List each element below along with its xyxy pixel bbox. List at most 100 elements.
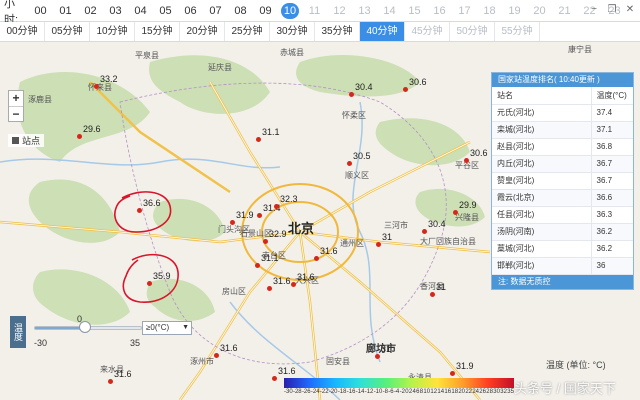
station-temp-label: 30.4 — [428, 219, 446, 229]
zoom-out-button[interactable]: − — [9, 106, 23, 121]
hour-item-19[interactable]: 19 — [502, 5, 527, 17]
station-marker[interactable] — [291, 282, 296, 287]
station-marker[interactable] — [137, 208, 142, 213]
place-label: 三河市 — [384, 221, 408, 230]
station-marker[interactable] — [314, 256, 319, 261]
rank-row[interactable]: 汤阴(河南) 36.2 — [492, 223, 633, 241]
station-temp-label: 31 — [436, 282, 447, 292]
station-marker[interactable] — [376, 242, 381, 247]
station-temp-label: 36.6 — [143, 198, 161, 208]
station-marker[interactable] — [349, 92, 354, 97]
rank-row[interactable]: 赵县(河北) 36.8 — [492, 138, 633, 156]
restore-icon[interactable]: ❐ — [606, 4, 618, 16]
hour-item-09[interactable]: 09 — [253, 5, 278, 17]
hour-item-20[interactable]: 20 — [527, 5, 552, 17]
station-marker[interactable] — [256, 137, 261, 142]
rank-row[interactable]: 元氏(河北) 37.4 — [492, 104, 633, 122]
station-marker[interactable] — [94, 84, 99, 89]
station-marker[interactable] — [272, 376, 277, 381]
rank-row[interactable]: 邯郸(河北) 36 — [492, 257, 633, 275]
place-label: 延庆县 — [208, 63, 232, 72]
watermark: 头条号 / 国家天下 — [514, 381, 616, 396]
station-temp-label: 31.6 — [273, 276, 291, 286]
legend-ticks: -30 -28 -26 -24 -22 -20 -18 -16 -14 -12 -10 -8 -6 -4-… — [284, 389, 514, 395]
minute-item-4[interactable]: 20分钟 — [180, 22, 225, 41]
rank-row[interactable]: 霞云(北京) 36.6 — [492, 189, 633, 207]
hour-item-01[interactable]: 01 — [53, 5, 78, 17]
minute-item-11[interactable]: 55分钟 — [495, 22, 540, 41]
minute-item-6[interactable]: 30分钟 — [270, 22, 315, 41]
minute-item-2[interactable]: 10分钟 — [90, 22, 135, 41]
hour-item-00[interactable]: 00 — [28, 5, 53, 17]
station-marker[interactable] — [255, 263, 260, 268]
rank-row[interactable]: 栾城(河北) 37.1 — [492, 121, 633, 139]
minute-item-0[interactable]: 00分钟 — [0, 22, 45, 41]
station-temp-label: 30.6 — [409, 77, 427, 87]
station-marker[interactable] — [263, 239, 268, 244]
minute-item-10[interactable]: 50分钟 — [450, 22, 495, 41]
station-marker[interactable] — [403, 87, 408, 92]
station-marker[interactable] — [453, 210, 458, 215]
station-marker[interactable] — [267, 286, 272, 291]
hour-item-08[interactable]: 08 — [228, 5, 253, 17]
minute-item-8[interactable]: 40分钟 — [360, 22, 405, 41]
hour-item-03[interactable]: 03 — [103, 5, 128, 17]
station-marker[interactable] — [214, 353, 219, 358]
station-marker[interactable] — [464, 158, 469, 163]
minute-item-7[interactable]: 35分钟 — [315, 22, 360, 41]
zoom-in-button[interactable]: + — [9, 91, 23, 106]
station-marker[interactable] — [108, 379, 113, 384]
legend-tick: -20 — [328, 389, 338, 395]
temperature-tab[interactable]: 温度 — [10, 316, 26, 348]
station-marker[interactable] — [230, 220, 235, 225]
hour-item-21[interactable]: 21 — [552, 5, 577, 17]
legend-tick: 35 — [507, 389, 514, 395]
minimize-icon[interactable]: − — [588, 4, 600, 16]
station-layer-toggle[interactable]: 站点 — [8, 134, 45, 147]
station-temp-label: 31.9 — [456, 361, 474, 371]
hour-item-10[interactable]: 10 — [281, 2, 299, 19]
hour-item-07[interactable]: 07 — [203, 5, 228, 17]
station-temp-label: 30.5 — [353, 151, 371, 161]
station-marker[interactable] — [147, 281, 152, 286]
place-label: 涿州市 — [190, 357, 214, 366]
minute-item-3[interactable]: 15分钟 — [135, 22, 180, 41]
hour-item-13[interactable]: 13 — [352, 5, 377, 17]
hour-item-04[interactable]: 04 — [128, 5, 153, 17]
rank-station-temp: 36.6 — [590, 189, 633, 207]
hour-item-17[interactable]: 17 — [452, 5, 477, 17]
filter-select-value: ≥0(°C) — [146, 323, 170, 332]
station-marker[interactable] — [422, 229, 427, 234]
hour-item-16[interactable]: 16 — [427, 5, 452, 17]
station-marker[interactable] — [347, 161, 352, 166]
place-label: 石景山区 — [240, 229, 272, 238]
station-marker[interactable] — [274, 204, 279, 209]
hour-item-15[interactable]: 15 — [402, 5, 427, 17]
city-name-label: 北京 — [288, 221, 315, 236]
hour-item-05[interactable]: 05 — [153, 5, 178, 17]
hour-bar: 小时: 00 01 02 03 04 05 06 07 08 09 10 11 12 13 14 15 16 17… — [0, 0, 640, 26]
station-marker[interactable] — [77, 134, 82, 139]
hour-item-02[interactable]: 02 — [78, 5, 103, 17]
hour-item-14[interactable]: 14 — [377, 5, 402, 17]
hour-item-18[interactable]: 18 — [477, 5, 502, 17]
rank-station-temp: 36.3 — [590, 206, 633, 224]
station-marker[interactable] — [257, 213, 262, 218]
minute-item-9[interactable]: 45分钟 — [405, 22, 450, 41]
minute-item-1[interactable]: 05分钟 — [45, 22, 90, 41]
station-marker[interactable] — [430, 292, 435, 297]
rank-row[interactable]: 赞皇(河北) 36.7 — [492, 172, 633, 190]
rank-row[interactable]: 任县(河北) 36.3 — [492, 206, 633, 224]
minute-item-5[interactable]: 25分钟 — [225, 22, 270, 41]
close-icon[interactable]: ✕ — [624, 4, 636, 16]
station-marker[interactable] — [450, 371, 455, 376]
temperature-filter-select[interactable]: ≥0(°C) ▼ — [142, 321, 192, 335]
hour-item-12[interactable]: 12 — [327, 5, 352, 17]
hour-item-06[interactable]: 06 — [178, 5, 203, 17]
rank-row[interactable]: 藁城(河北) 36.2 — [492, 240, 633, 258]
rank-row[interactable]: 内丘(河北) 36.7 — [492, 155, 633, 173]
rank-station-temp: 36 — [590, 257, 633, 275]
hour-item-11[interactable]: 11 — [302, 5, 327, 17]
legend-unit-label: 温度 (单位: °C) — [546, 360, 606, 370]
temperature-slider[interactable] — [34, 321, 142, 333]
